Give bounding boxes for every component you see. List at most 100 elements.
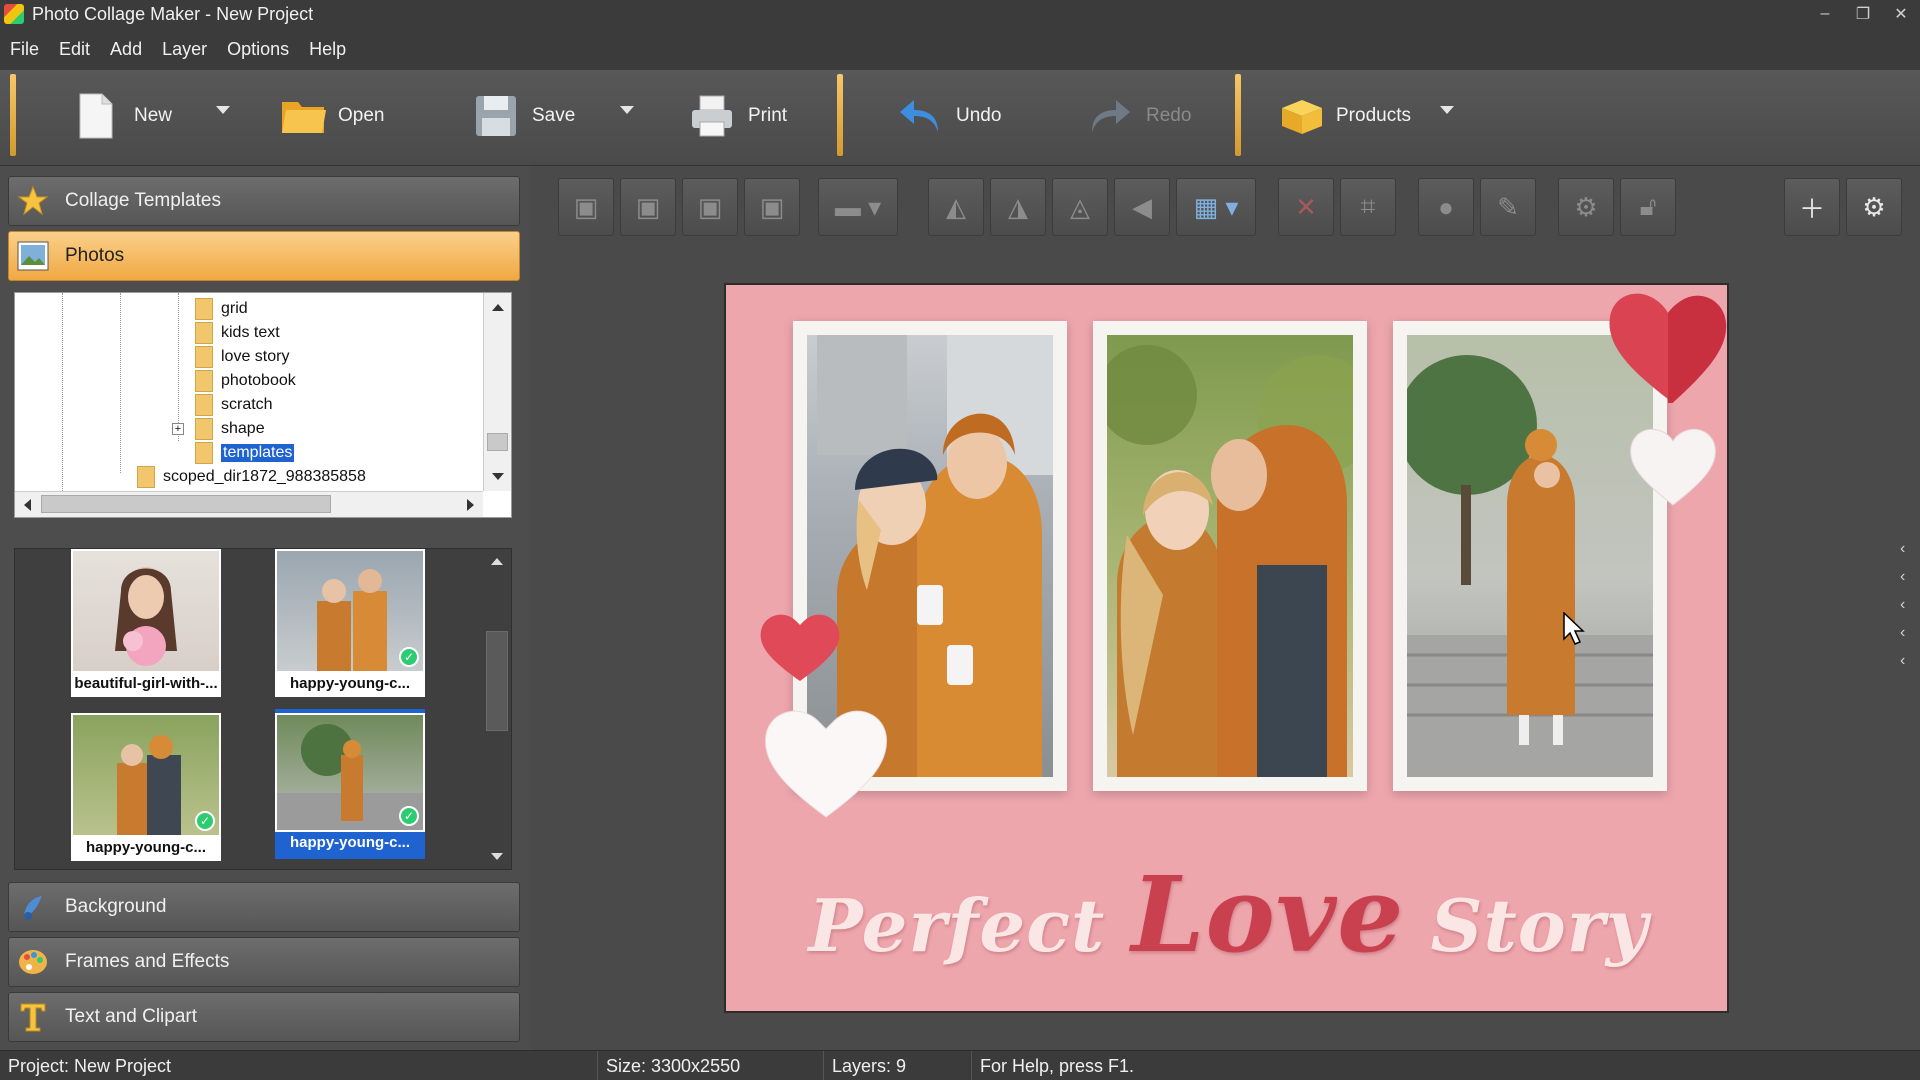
new-dropdown-caret[interactable]	[216, 106, 230, 114]
chevron-left-icon[interactable]: ‹	[1900, 568, 1905, 586]
white-heart-sticker-large[interactable]	[762, 703, 890, 821]
redo-button[interactable]: Redo	[1088, 80, 1191, 152]
thumbnail-image	[71, 549, 221, 673]
tree-item-kids-text[interactable]: kids text	[195, 321, 280, 345]
chevron-left-icon[interactable]: ‹	[1900, 540, 1905, 558]
chevron-left-icon[interactable]: ‹	[1900, 652, 1905, 670]
red-heart-sticker-small[interactable]	[758, 611, 842, 683]
frames-effects-section[interactable]: Frames and Effects	[8, 937, 520, 987]
eyedropper-button[interactable]: ✎	[1480, 178, 1536, 236]
thumbnail-label: happy-young-c...	[275, 832, 425, 855]
align-button[interactable]: ▬ ▾	[818, 178, 898, 236]
white-heart-sticker[interactable]	[1628, 425, 1718, 509]
products-button[interactable]: Products	[1278, 80, 1411, 152]
window-title: Photo Collage Maker - New Project	[32, 3, 314, 24]
red-heart-sticker[interactable]	[1606, 287, 1729, 403]
tree-vertical-scrollbar[interactable]	[483, 293, 511, 491]
flip-horizontal-button[interactable]: ◬	[1052, 178, 1108, 236]
collage-title-text[interactable]: Perfect Love Story	[726, 853, 1727, 976]
menu-add[interactable]: Add	[100, 39, 152, 60]
side-panel-arrows[interactable]: ‹ ‹ ‹ ‹ ‹	[1900, 540, 1905, 670]
collage-title-love: Love	[1131, 853, 1405, 976]
tree-item-label: love story	[221, 348, 290, 365]
scroll-arrows-icon	[24, 499, 474, 511]
menu-options[interactable]: Options	[217, 39, 299, 60]
delete-button[interactable]: ✕	[1278, 178, 1334, 236]
minimize-button[interactable]: –	[1806, 0, 1844, 28]
tree-item-templates[interactable]: templates	[195, 441, 295, 465]
tree-item-shape[interactable]: shape	[195, 417, 265, 441]
close-button[interactable]: ✕	[1882, 0, 1920, 28]
collage-title-part2: Story	[1404, 883, 1649, 968]
used-check-icon: ✓	[399, 647, 419, 667]
expand-toggle[interactable]: +	[172, 423, 184, 435]
background-label: Background	[65, 896, 167, 917]
redo-label: Redo	[1146, 105, 1192, 126]
flip-vertical-button[interactable]: ◀	[1114, 178, 1170, 236]
thumbnail-image: ✓	[71, 713, 221, 837]
open-button[interactable]: Open	[280, 80, 384, 152]
menu-edit[interactable]: Edit	[49, 39, 100, 60]
app-icon	[4, 4, 24, 24]
toolbar-separator	[1235, 74, 1241, 156]
collage-photo-2[interactable]	[1093, 321, 1367, 791]
thumbnails-scrollbar[interactable]	[483, 549, 511, 869]
add-page-icon: ＋	[1798, 193, 1825, 224]
save-button[interactable]: Save	[474, 80, 575, 152]
chevron-left-icon[interactable]: ‹	[1900, 596, 1905, 614]
color-button[interactable]: ●	[1418, 178, 1474, 236]
rotate-left-icon: ◭	[946, 191, 966, 222]
layer-backward-icon: ▣	[697, 191, 723, 222]
photo-thumbnail-selected[interactable]: ✓ happy-young-c...	[275, 709, 425, 859]
align-icon: ▬ ▾	[834, 191, 882, 222]
send-to-back-button[interactable]: ▣	[744, 178, 800, 236]
chevron-left-icon[interactable]: ‹	[1900, 624, 1905, 642]
tree-item-label: scratch	[221, 396, 273, 413]
folder-tree[interactable]: grid kids text love story photobook scra…	[14, 292, 512, 518]
rotate-left-button[interactable]: ◭	[928, 178, 984, 236]
text-icon	[15, 999, 51, 1035]
add-page-button[interactable]: ＋	[1784, 178, 1840, 236]
bring-to-front-button[interactable]: ▣	[558, 178, 614, 236]
restore-button[interactable]: ❐	[1844, 0, 1882, 28]
toolbar-separator	[10, 74, 16, 156]
photos-icon	[15, 238, 51, 274]
products-dropdown-caret[interactable]	[1440, 106, 1454, 114]
settings-button[interactable]: ⚙	[1558, 178, 1614, 236]
fit-button[interactable]: ▦ ▾	[1176, 178, 1256, 236]
bring-forward-button[interactable]: ▣	[620, 178, 676, 236]
tree-item-scratch[interactable]: scratch	[195, 393, 273, 417]
lock-button[interactable]: 🔓︎	[1620, 178, 1676, 236]
tree-item-label: grid	[221, 300, 248, 317]
crop-button[interactable]: ⌗	[1340, 178, 1396, 236]
open-label: Open	[338, 105, 385, 126]
tree-item-photobook[interactable]: photobook	[195, 369, 296, 393]
fit-to-frame-icon: ▦ ▾	[1193, 191, 1239, 222]
collage-templates-label: Collage Templates	[65, 190, 221, 211]
tree-horizontal-scrollbar[interactable]	[15, 491, 483, 517]
used-check-icon: ✓	[195, 811, 215, 831]
undo-button[interactable]: Undo	[898, 80, 1001, 152]
text-clipart-section[interactable]: Text and Clipart	[8, 992, 520, 1042]
collage-templates-section[interactable]: Collage Templates	[8, 176, 520, 226]
collage-canvas[interactable]: Perfect Love Story	[724, 283, 1729, 1013]
photo-thumbnail[interactable]: ✓ happy-young-c...	[71, 713, 221, 863]
photo-thumbnail[interactable]: ✓ happy-young-c...	[275, 549, 425, 699]
print-button[interactable]: Print	[690, 80, 787, 152]
page-settings-button[interactable]: ⚙	[1846, 178, 1902, 236]
photos-section[interactable]: Photos	[8, 231, 520, 281]
collage-title-part1: Perfect	[808, 883, 1132, 968]
menu-file[interactable]: File	[0, 39, 49, 60]
background-section[interactable]: Background	[8, 882, 520, 932]
photo-thumbnail[interactable]: beautiful-girl-with-...	[71, 549, 221, 699]
send-backward-button[interactable]: ▣	[682, 178, 738, 236]
new-button[interactable]: New	[76, 80, 172, 152]
menu-help[interactable]: Help	[299, 39, 356, 60]
tree-item-love-story[interactable]: love story	[195, 345, 289, 369]
rotate-right-button[interactable]: ◮	[990, 178, 1046, 236]
tree-item-grid[interactable]: grid	[195, 297, 248, 321]
tree-item-scoped-dir[interactable]: scoped_dir1872_988385858	[137, 465, 366, 489]
save-dropdown-caret[interactable]	[620, 106, 634, 114]
menu-layer[interactable]: Layer	[152, 39, 217, 60]
mouse-cursor-icon	[1563, 612, 1585, 645]
